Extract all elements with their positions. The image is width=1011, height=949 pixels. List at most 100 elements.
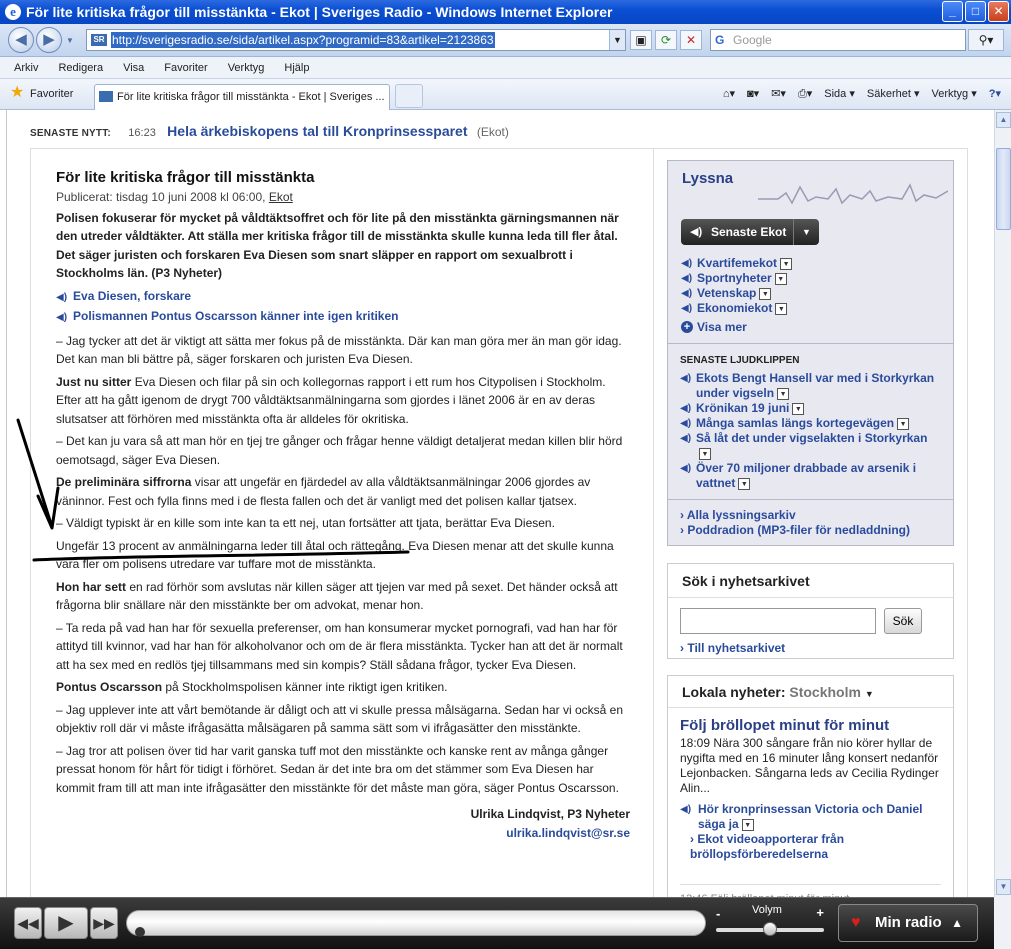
my-radio-button[interactable]: ♥ Min radio ▲ [838, 904, 978, 942]
magnifier-icon: ⚲▾ [978, 33, 994, 47]
tools-menu[interactable]: Verktyg ▾ [931, 86, 976, 102]
clip-item[interactable]: ◀) Ekots Bengt Hansell var med i Storkyrk… [680, 371, 942, 401]
print-icon[interactable]: ⎙▾ [798, 86, 812, 102]
show-more-link[interactable]: + Visa mer [681, 320, 792, 335]
scroll-up-button[interactable]: ▲ [996, 112, 1011, 128]
seek-knob[interactable] [135, 927, 145, 937]
next-button[interactable]: ▶▶ [90, 907, 118, 939]
menu-hjalp[interactable]: Hjälp [284, 57, 309, 78]
chevron-down-icon[interactable]: ▼ [780, 257, 793, 270]
program-item[interactable]: ◀) Vetenskap ▼ [681, 286, 792, 301]
paragraph: – Det kan ju vara så att man hör en tjej… [56, 434, 623, 467]
podcast-link[interactable]: › Poddradion (MP3-filer för nedladdning) [680, 523, 953, 538]
article-signature: Ulrika Lindqvist, P3 Nyheter [470, 807, 630, 821]
forward-arrow-icon: ▶ [43, 31, 55, 48]
clip-item[interactable]: ◀) Över 70 miljoner drabbade av arsenik i… [680, 461, 942, 491]
audio-link-1[interactable]: ◀) Eva Diesen, forskare [56, 287, 630, 308]
volume-up-button[interactable]: + [816, 905, 824, 920]
show-more-label: Visa mer [697, 320, 747, 334]
stop-button[interactable]: ✕ [680, 30, 702, 50]
chevron-down-icon[interactable]: ▼ [777, 387, 790, 400]
scroll-thumb[interactable] [996, 148, 1011, 230]
city-selector[interactable]: Stockholm ▼ [789, 684, 873, 700]
address-input[interactable]: SR http://sverigesradio.se/sida/artikel.… [86, 29, 626, 51]
chevron-down-icon[interactable]: ▼ [897, 417, 910, 430]
latest-ekot-button[interactable]: ◀) Senaste Ekot ▼ [681, 219, 819, 245]
chevron-down-icon[interactable]: ▼ [775, 302, 788, 315]
back-button[interactable]: ◀ [8, 27, 34, 53]
seek-bar[interactable] [126, 910, 706, 937]
volume-control: - Volym + [714, 904, 826, 942]
author-email-link[interactable]: ulrika.lindqvist@sr.se [56, 824, 630, 843]
program-item[interactable]: ◀) Kvartifemekot ▼ [681, 256, 793, 271]
compatibility-icon[interactable]: ▣ [630, 30, 652, 50]
archive-search-button[interactable]: Sök [884, 608, 922, 634]
menu-favoriter[interactable]: Favoriter [164, 57, 207, 78]
audio-link-2[interactable]: ◀) Polismannen Pontus Oscarsson känner in… [56, 307, 630, 328]
local-video-link[interactable]: › Ekot videoapporterar från bröllopsförb… [680, 832, 941, 862]
column-divider [653, 148, 654, 897]
chevron-down-icon[interactable]: ▼ [699, 447, 711, 460]
ticker-label: SENASTE NYTT: [30, 128, 111, 139]
archive-search-panel: Sök i nyhetsarkivet Sök › Till nyhetsark… [667, 563, 954, 659]
scroll-down-button[interactable]: ▼ [996, 879, 1011, 895]
menu-redigera[interactable]: Redigera [58, 57, 103, 78]
all-archives-link[interactable]: › Alla lyssningsarkiv [680, 508, 953, 523]
refresh-button[interactable]: ⟳ [655, 30, 677, 50]
favorites-label: Favoriter [30, 88, 74, 100]
home-icon[interactable]: ⌂▾ [723, 86, 735, 102]
vertical-scrollbar[interactable]: ▲ ▼ [994, 110, 1011, 897]
tab-article[interactable]: För lite kritiska frågor till misstänkta… [94, 84, 390, 110]
security-menu[interactable]: Säkerhet ▾ [867, 86, 920, 102]
history-dropdown-icon[interactable]: ▼ [66, 36, 74, 45]
clip-item[interactable]: ◀) Många samlas längs kortegevägen ▼ [680, 416, 942, 431]
chevron-down-icon[interactable]: ▼ [792, 402, 805, 415]
chevron-down-icon[interactable]: ▼ [774, 272, 787, 285]
play-button[interactable]: ▶ [44, 907, 88, 939]
page-menu[interactable]: Sida ▾ [824, 86, 855, 102]
forward-button[interactable]: ▶ [36, 27, 62, 53]
local-headline-link[interactable]: Följ bröllopet minut för minut [680, 716, 941, 736]
chevron-down-icon[interactable]: ▼ [759, 287, 772, 300]
volume-knob[interactable] [763, 922, 777, 936]
program-item[interactable]: ◀) Ekonomiekot ▼ [681, 301, 792, 316]
feeds-icon[interactable]: ◙▾ [747, 86, 759, 102]
help-icon[interactable]: ?▾ [989, 86, 1001, 102]
favorites-button[interactable]: ★ Favoriter [10, 85, 74, 102]
paragraph-lead-in: Just nu sitter [56, 374, 132, 389]
local-news-panel: Lokala nyheter: Stockholm ▼ Följ bröllop… [667, 675, 954, 897]
local-audio-link[interactable]: ◀) Hör kronprinsessan Victoria och Daniel… [680, 802, 941, 832]
article-lead: Polisen fokuserar för mycket på våldtäkt… [56, 210, 619, 281]
clip-item[interactable]: ◀) Krönikan 19 juni ▼ [680, 401, 942, 416]
archive-search-input[interactable] [680, 608, 876, 634]
program-label: Kvartifemekot [697, 256, 778, 270]
mail-icon[interactable]: ✉▾ [771, 86, 786, 102]
paragraph: De preliminära siffrorna visar att ungef… [56, 473, 630, 510]
tools-menu-label: Verktyg [931, 88, 969, 100]
chevron-down-icon[interactable]: ▼ [738, 477, 751, 490]
previous-button[interactable]: ◀◀ [14, 907, 42, 939]
sr-favicon-icon: SR [91, 34, 107, 46]
volume-down-button[interactable]: - [716, 906, 720, 921]
menu-visa[interactable]: Visa [123, 57, 144, 78]
address-dropdown-icon[interactable]: ▼ [609, 30, 625, 50]
program-item[interactable]: ◀) Sportnyheter ▼ [681, 271, 792, 286]
close-window-button[interactable]: ✕ [988, 1, 1009, 22]
search-go-button[interactable]: ⚲▾ [968, 29, 1004, 51]
new-tab-button[interactable] [395, 84, 423, 108]
search-input[interactable]: G Google [710, 29, 966, 51]
paragraph: Pontus Oscarsson på Stockholmspolisen kä… [56, 678, 630, 697]
speaker-icon: ◀) [680, 433, 692, 444]
minimize-button[interactable]: _ [942, 1, 963, 22]
chevron-down-icon[interactable]: ▼ [741, 818, 754, 831]
published-link[interactable]: Ekot [269, 190, 293, 204]
menu-arkiv[interactable]: Arkiv [14, 57, 38, 78]
ticker-headline-link[interactable]: Hela ärkebiskopens tal till Kronprinsess… [167, 123, 467, 139]
menu-verktyg[interactable]: Verktyg [228, 57, 265, 78]
heart-icon: ♥ [851, 914, 861, 931]
maximize-button[interactable]: □ [965, 1, 986, 22]
tab-title: För lite kritiska frågor till misstänkta… [117, 91, 385, 103]
chevron-down-icon[interactable]: ▼ [793, 219, 819, 245]
clip-item[interactable]: ◀) Så låt det under vigselakten i Storkyr… [680, 431, 942, 461]
news-archive-link[interactable]: › Till nyhetsarkivet [680, 641, 785, 655]
